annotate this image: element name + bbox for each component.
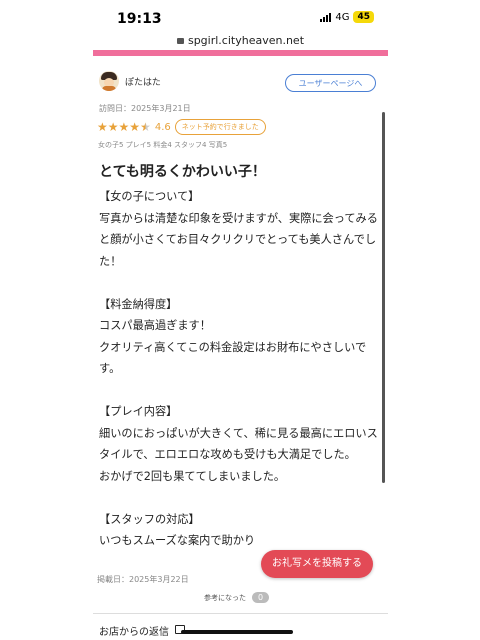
header-accent-bar <box>93 50 388 56</box>
reviewer[interactable]: ぽたはた <box>99 71 161 91</box>
battery-icon: 45 <box>353 11 374 23</box>
phone-screen: 19:13 4G 45 spgirl.cityheaven.net ぽたはた ユ… <box>93 0 388 640</box>
lock-icon <box>176 38 184 44</box>
star-icon: ★ <box>97 120 108 134</box>
network-label: 4G <box>335 11 350 23</box>
home-indicator <box>181 630 293 634</box>
post-date: 掲載日：2025年3月22日 <box>97 575 189 584</box>
clock: 19:13 <box>117 11 162 27</box>
avatar <box>99 71 119 91</box>
post-thank-you-photo-button[interactable]: お礼写メを投稿する <box>261 550 373 578</box>
helpful-button[interactable]: 参考になった 0 <box>204 592 270 603</box>
subscores: 女の子5 プレイ5 料金4 スタッフ4 写真5 <box>98 141 228 149</box>
helpful-count: 0 <box>252 592 270 603</box>
url-text: spgirl.cityheaven.net <box>187 34 305 47</box>
helpful-label: 参考になった <box>204 593 246 602</box>
star-rating: ★ ★ ★ ★ ★ <box>97 121 151 133</box>
visit-date: 訪問日：2025年3月21日 <box>99 104 191 113</box>
divider <box>93 613 388 614</box>
net-reservation-badge: ネット予約で行きました <box>174 119 266 135</box>
reviewer-name[interactable]: ぽたはた <box>125 75 161 88</box>
user-page-button[interactable]: ユーザーページへ <box>285 74 376 92</box>
url-bar[interactable]: spgirl.cityheaven.net <box>93 34 388 50</box>
signal-icon <box>320 12 332 22</box>
star-icon: ★ <box>107 120 119 134</box>
scrollbar[interactable] <box>382 112 385 483</box>
rating-row: ★ ★ ★ ★ ★ 4.6 ネット予約で行きました <box>97 119 266 135</box>
rating-score: 4.6 <box>154 121 171 133</box>
star-icon: ★ <box>129 120 141 134</box>
status-icons: 4G 45 <box>320 11 374 23</box>
half-star-icon: ★ <box>140 120 151 134</box>
review-body: 【女の子について】 写真からは清楚な印象を受けますが、実際に会ってみると顔が小さ… <box>99 190 378 547</box>
shop-reply-label[interactable]: お店からの返信 <box>99 623 169 638</box>
star-icon: ★ <box>118 120 130 134</box>
status-bar: 19:13 4G 45 <box>93 0 388 34</box>
review-title: とても明るくかわいい子！ <box>99 164 266 180</box>
